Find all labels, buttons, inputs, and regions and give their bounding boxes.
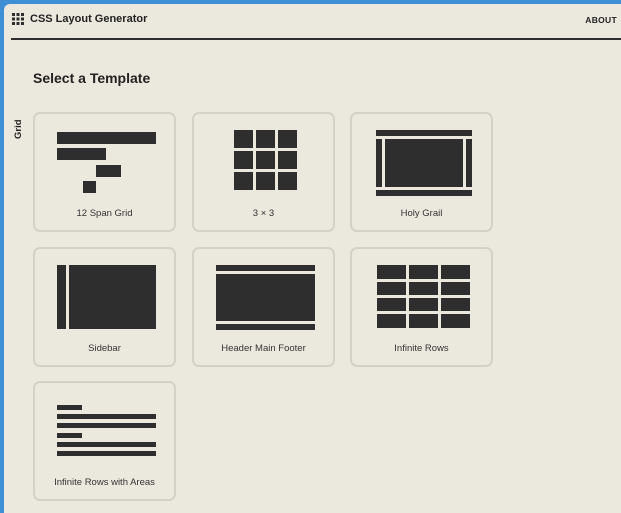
side-tab-grid[interactable]: Grid <box>13 119 24 139</box>
template-label: 12 Span Grid <box>76 208 133 219</box>
template-label: Infinite Rows with Areas <box>54 477 155 488</box>
template-label: Infinite Rows <box>394 343 449 354</box>
template-label: Sidebar <box>88 343 121 354</box>
template-card-3x3[interactable]: 3 × 3 <box>192 112 335 232</box>
template-card-sidebar[interactable]: Sidebar <box>33 247 176 367</box>
template-label: Holy Grail <box>400 208 443 219</box>
app-window: CSS Layout Generator ABOUT Grid Select a… <box>4 4 621 513</box>
template-card-holy-grail[interactable]: Holy Grail <box>350 112 493 232</box>
template-label: Header Main Footer <box>221 343 306 354</box>
grid-dots-icon <box>12 13 24 25</box>
template-card-header-main-footer[interactable]: Header Main Footer <box>192 247 335 367</box>
app-title: CSS Layout Generator <box>30 13 148 25</box>
page-title: Select a Template <box>33 70 151 86</box>
template-label: 3 × 3 <box>252 208 275 219</box>
template-card-12-span-grid[interactable]: 12 Span Grid <box>33 112 176 232</box>
template-card-infinite-rows-with-areas[interactable]: Infinite Rows with Areas <box>33 381 176 501</box>
about-link[interactable]: ABOUT <box>585 15 617 25</box>
template-card-infinite-rows[interactable]: Infinite Rows <box>350 247 493 367</box>
top-bar: CSS Layout Generator ABOUT <box>11 4 621 40</box>
